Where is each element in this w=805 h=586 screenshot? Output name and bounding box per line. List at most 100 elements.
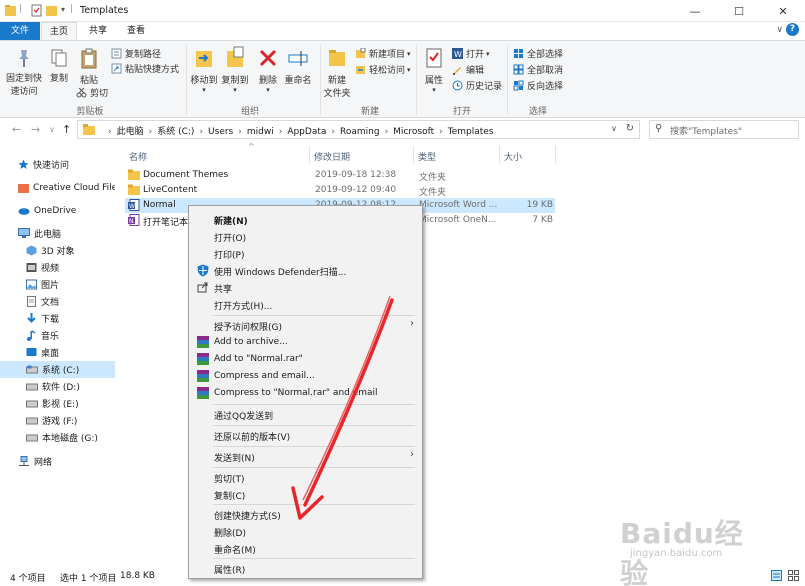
tab-home[interactable]: 主页 [41,22,77,40]
breadcrumb-separator-icon[interactable]: › [439,127,443,137]
menu-item-open-with[interactable]: 打开方式(H)... [191,296,420,313]
move-to-button[interactable]: 移动到 ▾ [188,45,220,94]
menu-item-copy[interactable]: 复制(C) [191,486,420,503]
refresh-icon[interactable]: ↻ [626,123,634,134]
nav-network[interactable]: 网络 [0,453,115,470]
nav-3d-objects[interactable]: 3D 对象 [0,242,115,259]
file-row[interactable]: LiveContent 2019-09-12 09:40 文件夹 [125,183,555,198]
menu-item-print[interactable]: 打印(P) [191,245,420,262]
breadcrumb-item[interactable]: midwi [247,127,274,137]
rename-button[interactable]: 重命名 [283,45,313,86]
menu-item-properties[interactable]: 属性(R) [191,560,420,577]
forward-arrow-icon[interactable]: → [31,123,40,136]
tab-share[interactable]: 共享 [80,22,116,40]
nav-documents[interactable]: 文档 [0,293,115,310]
menu-item-new[interactable]: 新建(N) [191,211,420,228]
back-arrow-icon[interactable]: ← [12,123,21,136]
address-bar[interactable]: › 此电脑 › 系统 (C:) › Users › midwi › AppData › Roaming… [77,120,640,139]
tab-view[interactable]: 查看 [118,22,154,40]
open-button[interactable]: W 打开 ▾ [452,47,490,60]
maximize-button[interactable]: ☐ [717,0,761,22]
help-icon[interactable]: ? [786,23,799,36]
breadcrumb-separator-icon[interactable]: › [238,127,242,137]
large-icons-view-icon[interactable] [788,570,799,581]
breadcrumb-separator-icon[interactable]: › [385,127,389,137]
new-item-button[interactable]: 新建项目 ▾ [355,47,411,60]
nav-music[interactable]: 音乐 [0,327,115,344]
nav-drive-f[interactable]: 游戏 (F:) [0,412,115,429]
breadcrumb-item[interactable]: Users [208,127,233,137]
minimize-button[interactable]: — [673,0,717,22]
delete-button[interactable]: 删除 ▾ [255,45,281,94]
tab-file[interactable]: 文件 [0,22,40,40]
recent-dropdown-icon[interactable]: ∨ [49,125,55,134]
breadcrumb-item[interactable]: Roaming [340,127,380,137]
menu-item-send-to[interactable]: 发送到(N) › [191,448,420,465]
nav-quick-access[interactable]: 快速访问 [0,156,115,173]
paste-shortcut-button[interactable]: 粘贴快捷方式 [111,62,179,75]
address-dropdown-icon[interactable]: ∨ [611,124,617,133]
breadcrumb-separator-icon[interactable]: › [149,127,153,137]
column-separator[interactable] [555,146,556,164]
menu-item-compress-email[interactable]: Compress and email... [191,368,420,385]
close-button[interactable]: ✕ [761,0,805,22]
easy-access-button[interactable]: 轻松访问 ▾ [355,63,411,76]
column-header-date[interactable]: 修改日期 [314,150,350,163]
column-separator[interactable] [413,146,414,164]
menu-item-restore-versions[interactable]: 还原以前的版本(V) [191,427,420,444]
search-box[interactable]: ⚲ 搜索"Templates" [649,120,799,139]
column-separator[interactable] [309,146,310,164]
menu-item-send-via-qq[interactable]: 通过QQ发送到 [191,406,420,423]
pin-quick-access-button[interactable]: 固定到快 速访问 [4,47,44,97]
nav-this-pc[interactable]: 此电脑 [0,225,115,242]
copy-path-button[interactable]: 复制路径 [111,47,161,60]
breadcrumb-item[interactable]: 系统 (C:) [157,127,194,137]
menu-item-delete[interactable]: 删除(D) [191,523,420,540]
nav-pictures[interactable]: 图片 [0,276,115,293]
select-none-button[interactable]: 全部取消 [513,63,563,76]
copy-button[interactable]: 复制 [46,47,72,84]
edit-button[interactable]: 编辑 [452,63,484,76]
ribbon-collapse-icon[interactable]: ∨ [776,25,783,35]
details-view-icon[interactable] [771,570,783,581]
nav-drive-g[interactable]: 本地磁盘 (G:) [0,429,115,446]
column-separator[interactable] [499,146,500,164]
breadcrumb-item[interactable]: Microsoft [393,127,434,137]
menu-item-cut[interactable]: 剪切(T) [191,469,420,486]
nav-desktop[interactable]: 桌面 [0,344,115,361]
invert-selection-button[interactable]: 反向选择 [513,79,563,92]
column-header-size[interactable]: 大小 [504,150,522,163]
breadcrumb-item[interactable]: 此电脑 [117,127,144,137]
cut-button[interactable]: 剪切 [76,86,108,99]
menu-item-open[interactable]: 打开(O) [191,228,420,245]
nav-onedrive[interactable]: OneDrive [0,202,115,219]
properties-check-icon[interactable] [31,4,42,17]
menu-item-grant-access[interactable]: 授予访问权限(G) › [191,317,420,334]
menu-item-add-to-normal-rar[interactable]: Add to "Normal.rar" [191,351,420,368]
menu-item-rename[interactable]: 重命名(M) [191,540,420,557]
file-row[interactable]: Document Themes 2019-09-18 12:38 文件夹 [125,168,555,183]
breadcrumb-separator-icon[interactable]: › [199,127,203,137]
menu-item-share[interactable]: 共享 [191,279,420,296]
new-folder-button[interactable]: 新建 文件夹 [322,45,352,99]
menu-item-defender-scan[interactable]: 使用 Windows Defender扫描... [191,262,420,279]
breadcrumb-item[interactable]: AppData [287,127,326,137]
copy-to-button[interactable]: 复制到 ▾ [219,45,251,94]
menu-item-compress-to-rar-email[interactable]: Compress to "Normal.rar" and email [191,385,420,402]
nav-drive-d[interactable]: 软件 (D:) [0,378,115,395]
paste-button[interactable]: 粘贴 [75,47,103,86]
nav-downloads[interactable]: 下载 [0,310,115,327]
breadcrumb-separator-icon[interactable]: › [331,127,335,137]
breadcrumb-item[interactable]: Templates [448,127,494,137]
menu-item-add-to-archive[interactable]: Add to archive... [191,334,420,351]
nav-drive-e[interactable]: 影视 (E:) [0,395,115,412]
new-folder-quick-icon[interactable] [46,4,57,17]
select-all-button[interactable]: 全部选择 [513,47,563,60]
nav-videos[interactable]: 视频 [0,259,115,276]
menu-item-create-shortcut[interactable]: 创建快捷方式(S) [191,506,420,523]
breadcrumb-separator-icon[interactable]: › [279,127,283,137]
breadcrumb-separator-icon[interactable]: › [108,127,112,137]
up-arrow-icon[interactable]: ↑ [62,123,71,136]
history-button[interactable]: 历史记录 [452,79,502,92]
properties-button[interactable]: 属性 ▾ [420,45,448,94]
